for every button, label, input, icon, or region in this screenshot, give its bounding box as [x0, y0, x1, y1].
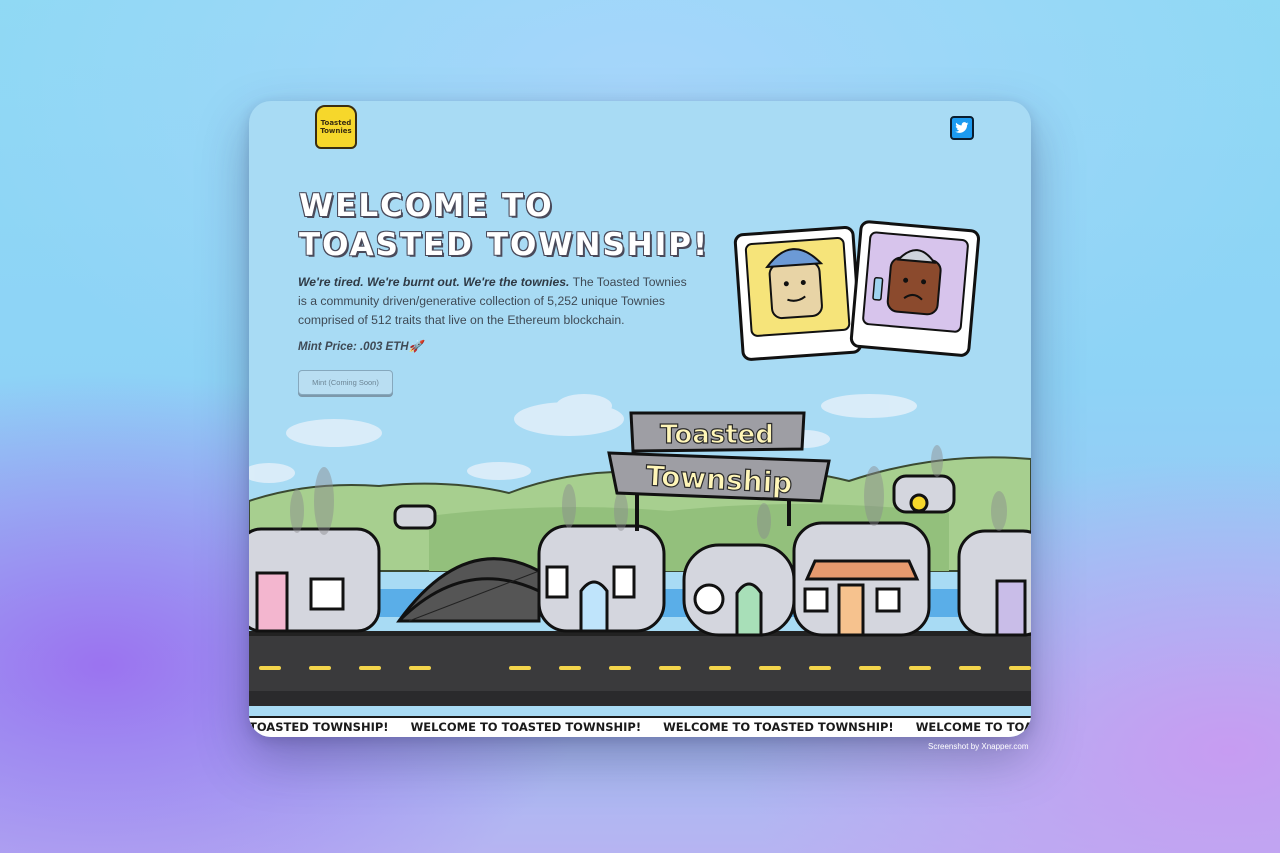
page-title: WELCOME TO TOASTED TOWNSHIP! — [299, 187, 709, 265]
logo-text: Toasted Townies — [320, 119, 352, 135]
marquee-item: WELCOME TO TOASTED TOWNSHIP! — [663, 720, 894, 734]
toasted-townies-logo[interactable]: Toasted Townies — [315, 105, 357, 149]
browser-window: Toasted Township Toasted Townies WELCOME… — [249, 101, 1031, 737]
mint-button[interactable]: Mint (Coming Soon) — [298, 370, 393, 395]
marquee-item: WELCOME TO TOASTED TOWNSHIP! — [915, 720, 1031, 734]
welcome-marquee: TOASTED TOWNSHIP! WELCOME TO TOASTED TOW… — [249, 716, 1031, 737]
twitter-bird-icon — [955, 122, 969, 133]
marquee-item: TOASTED TOWNSHIP! — [249, 720, 389, 734]
tagline: We're tired. We're burnt out. We're the … — [298, 275, 570, 289]
sign-line1: Toasted — [660, 420, 774, 450]
title-line1: WELCOME TO — [299, 188, 554, 224]
mint-price: Mint Price: .003 ETH🚀 — [298, 341, 423, 353]
marquee-item: WELCOME TO TOASTED TOWNSHIP! — [410, 720, 642, 734]
polaroid-cards — [733, 220, 981, 361]
twitter-link[interactable] — [950, 116, 974, 140]
title-line2: TOASTED TOWNSHIP! — [299, 227, 710, 263]
intro-paragraph: We're tired. We're burnt out. We're the … — [298, 273, 698, 330]
screenshot-credit: Screenshot by Xnapper.com — [928, 742, 1029, 751]
